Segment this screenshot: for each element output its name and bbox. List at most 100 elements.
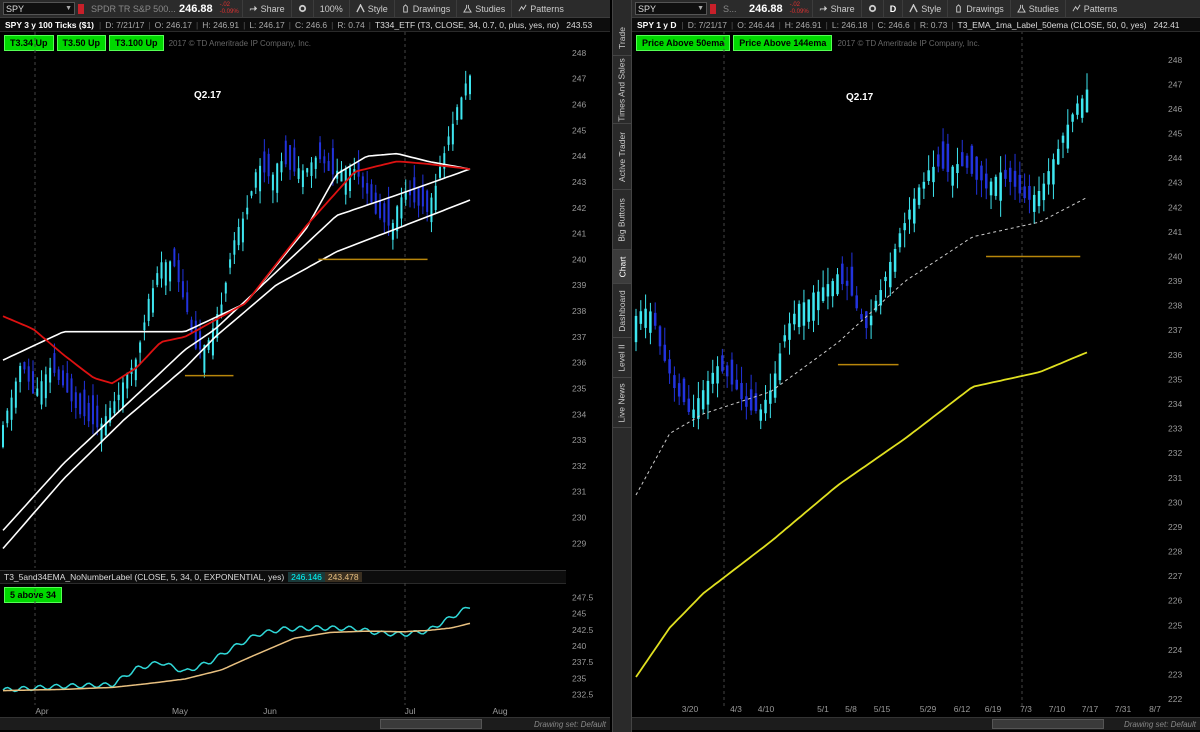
left-drawing-set[interactable]: Drawing set: Default: [534, 720, 606, 729]
tab-dashboard[interactable]: Dashboard: [613, 284, 631, 338]
tab-live-news[interactable]: Live News: [613, 378, 631, 428]
candle-body: [677, 383, 681, 397]
candle-body: [745, 396, 748, 407]
right-toolbar: SPY ▼ S... 246.88 -.02 -0.09% Share D St…: [632, 0, 1200, 18]
right-settings-button[interactable]: [860, 0, 883, 17]
right-price-chart[interactable]: 2222232242252262272282292302312322332342…: [632, 32, 1200, 708]
candle-body: [850, 266, 854, 296]
tab-active-trader[interactable]: Active Trader: [613, 124, 631, 190]
y-tick-label: 242: [572, 203, 586, 213]
candle-body: [246, 207, 249, 215]
right-study-name[interactable]: T3_EMA_1ma_Label_50ema (CLOSE, 50, 0, ye…: [954, 20, 1151, 30]
right-drawing-set[interactable]: Drawing set: Default: [1124, 720, 1196, 729]
candle-body: [426, 190, 429, 212]
candle-body: [74, 392, 77, 409]
left-x-axis: Apr May Jun Jul Aug: [35, 706, 507, 716]
candle-body: [83, 389, 86, 417]
right-x-axis: 3/20 4/3 4/10 5/1 5/8 5/15 5/29 6/12 6/19 7/3 7/10…: [682, 704, 1161, 714]
candle-body: [280, 161, 283, 173]
candle-body: [879, 290, 882, 306]
candle-body: [134, 359, 137, 381]
tab-chart[interactable]: Chart: [613, 250, 631, 284]
x-tick-label: Apr: [35, 706, 48, 716]
right-range: R: 0.73: [919, 19, 948, 30]
candle-body: [23, 362, 26, 370]
y-tick-label: 245: [572, 125, 586, 135]
candle-body: [2, 425, 4, 448]
candle-body: [370, 184, 373, 203]
candle-body: [156, 273, 159, 285]
candle-body: [327, 160, 330, 171]
tab-times-and-sales[interactable]: Times And Sales: [613, 56, 631, 124]
candle-body: [254, 172, 257, 188]
flag-icon[interactable]: [710, 3, 716, 14]
left-studies-button[interactable]: Studies: [456, 0, 511, 17]
candle-body: [634, 315, 638, 343]
right-style-button[interactable]: Style: [902, 0, 947, 17]
left-scrollbar[interactable]: [380, 719, 482, 729]
right-period-button[interactable]: D: [882, 0, 903, 17]
candle-body: [956, 164, 959, 174]
line-ema34: [3, 622, 471, 692]
candle-body: [759, 409, 762, 421]
candle-body: [673, 375, 676, 389]
candle-body: [147, 298, 150, 321]
left-price-chart[interactable]: 229 230 231 232 233 234 235 236 237 238 239 240 241 2…: [0, 32, 610, 568]
candle-body: [836, 274, 839, 295]
y-tick-label: 231: [1168, 473, 1182, 483]
candle-body: [932, 166, 935, 183]
candle-body: [126, 373, 129, 389]
candle-body: [271, 174, 274, 191]
left-zoom-button[interactable]: 100%: [312, 0, 349, 17]
right-studies-button[interactable]: Studies: [1009, 0, 1065, 17]
left-study-name[interactable]: T334_ETF (T3, CLOSE, 34, 0.7, 0, plus, y…: [371, 20, 563, 30]
left-lower-chart[interactable]: 232.5 235 237.5 240 242.5 245 247.5: [0, 583, 610, 705]
candle-body: [173, 248, 176, 267]
left-lower-study-name[interactable]: T3_5and34EMA_NoNumberLabel (CLOSE, 5, 34…: [0, 572, 288, 582]
candle-body: [96, 405, 99, 428]
left-symbol-selector[interactable]: SPY ▼: [3, 2, 75, 15]
candle-body: [716, 366, 719, 384]
candle-body: [190, 319, 193, 333]
y-tick-label: 235: [1168, 374, 1182, 384]
candle-body: [143, 322, 146, 331]
left-drawings-button[interactable]: Drawings: [393, 0, 457, 17]
tab-big-buttons[interactable]: Big Buttons: [613, 190, 631, 250]
candle-body: [845, 280, 849, 286]
y-tick-label: 242: [1168, 202, 1182, 212]
tab-level-ii[interactable]: Level II: [613, 338, 631, 378]
left-change-percent: -0.09%: [219, 8, 239, 15]
left-bottom-bar: Drawing set: Default: [0, 717, 610, 730]
candle-body: [10, 397, 13, 420]
y-tick-label: 240: [1168, 251, 1182, 261]
left-settings-button[interactable]: [290, 0, 313, 17]
line-ema50: [635, 197, 1088, 496]
candle-body: [1042, 183, 1046, 201]
x-tick-label: Jul: [405, 706, 416, 716]
tab-trade[interactable]: Trade: [613, 20, 631, 56]
x-tick-label: 7/3: [1020, 704, 1032, 714]
right-patterns-button[interactable]: Patterns: [1064, 0, 1124, 17]
line-red: [2, 160, 471, 385]
gear-icon: [868, 4, 876, 13]
candle-body: [400, 197, 403, 219]
candle-body: [263, 151, 266, 173]
right-symbol-selector[interactable]: SPY ▼: [635, 2, 707, 15]
left-style-button[interactable]: Style: [348, 0, 394, 17]
right-description: S...: [723, 3, 737, 14]
right-patterns-label: Patterns: [1083, 3, 1118, 14]
y-tick-label: 247: [1168, 79, 1182, 89]
candle-body: [797, 303, 801, 328]
candle-body: [687, 398, 691, 413]
right-date: D: 7/21/17: [687, 19, 727, 30]
x-tick-label: 3/20: [682, 704, 699, 714]
right-scrollbar[interactable]: [992, 719, 1104, 729]
right-drawings-button[interactable]: Drawings: [947, 0, 1010, 17]
left-last-price: 246.88: [179, 2, 213, 15]
right-share-button[interactable]: Share: [811, 0, 861, 17]
left-share-button[interactable]: Share: [241, 0, 291, 17]
flag-icon[interactable]: [78, 3, 84, 14]
left-patterns-button[interactable]: Patterns: [511, 0, 570, 17]
candle-body: [970, 145, 974, 174]
candle-body: [908, 209, 911, 220]
